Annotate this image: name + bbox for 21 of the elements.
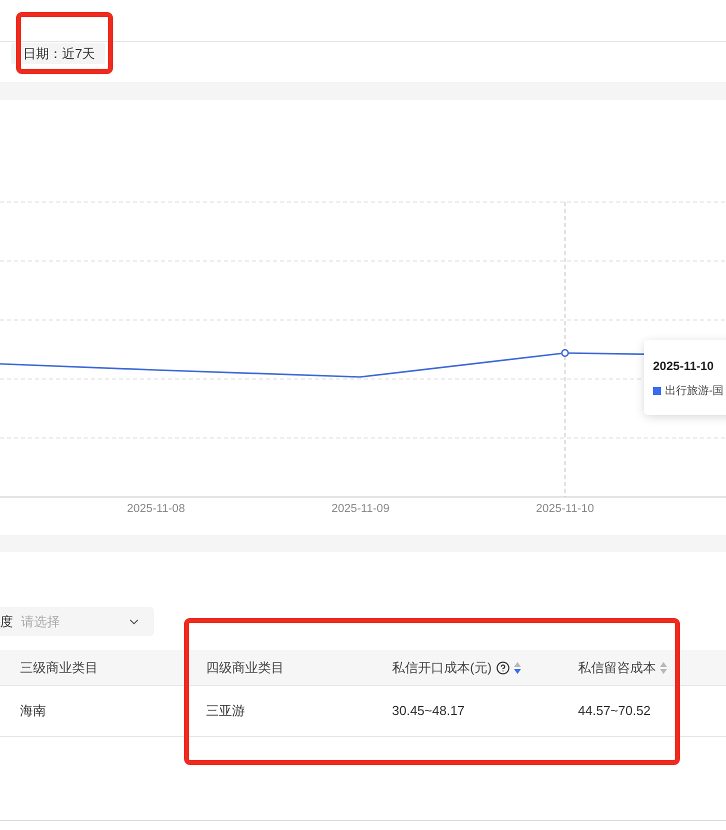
tooltip-title: 2025-11-10 bbox=[653, 358, 715, 375]
table-cell: 30.45~48.17 bbox=[392, 703, 465, 718]
axis-label: 2025-11-08 bbox=[127, 503, 185, 515]
help-icon[interactable] bbox=[496, 660, 510, 674]
column-header: 三级商业类目 bbox=[20, 658, 98, 677]
table-cell: 44.57~70.52 bbox=[578, 703, 651, 718]
column-header: 四级商业类目 bbox=[206, 658, 284, 677]
axis-label: 2025-11-09 bbox=[332, 503, 390, 515]
series-name: 出行旅游-国 bbox=[665, 384, 724, 399]
select-box[interactable]: 度 请选择 bbox=[0, 607, 154, 636]
table-cell: 海南 bbox=[20, 703, 46, 718]
data-point-marker bbox=[561, 349, 569, 357]
sort-icon[interactable] bbox=[514, 662, 521, 674]
select-input[interactable]: 请选择 bbox=[21, 612, 101, 632]
filter-chip[interactable]: 日期：近7天 bbox=[11, 43, 106, 64]
legend-swatch-icon bbox=[653, 387, 661, 395]
table-cell: 三亚游 bbox=[206, 703, 245, 718]
column-header: 私信开口成本(元) bbox=[392, 658, 492, 677]
field-label: 度 bbox=[0, 612, 13, 631]
column-header: 私信留咨成本 bbox=[578, 658, 656, 677]
axis-label: 2025-11-10 bbox=[536, 503, 594, 515]
